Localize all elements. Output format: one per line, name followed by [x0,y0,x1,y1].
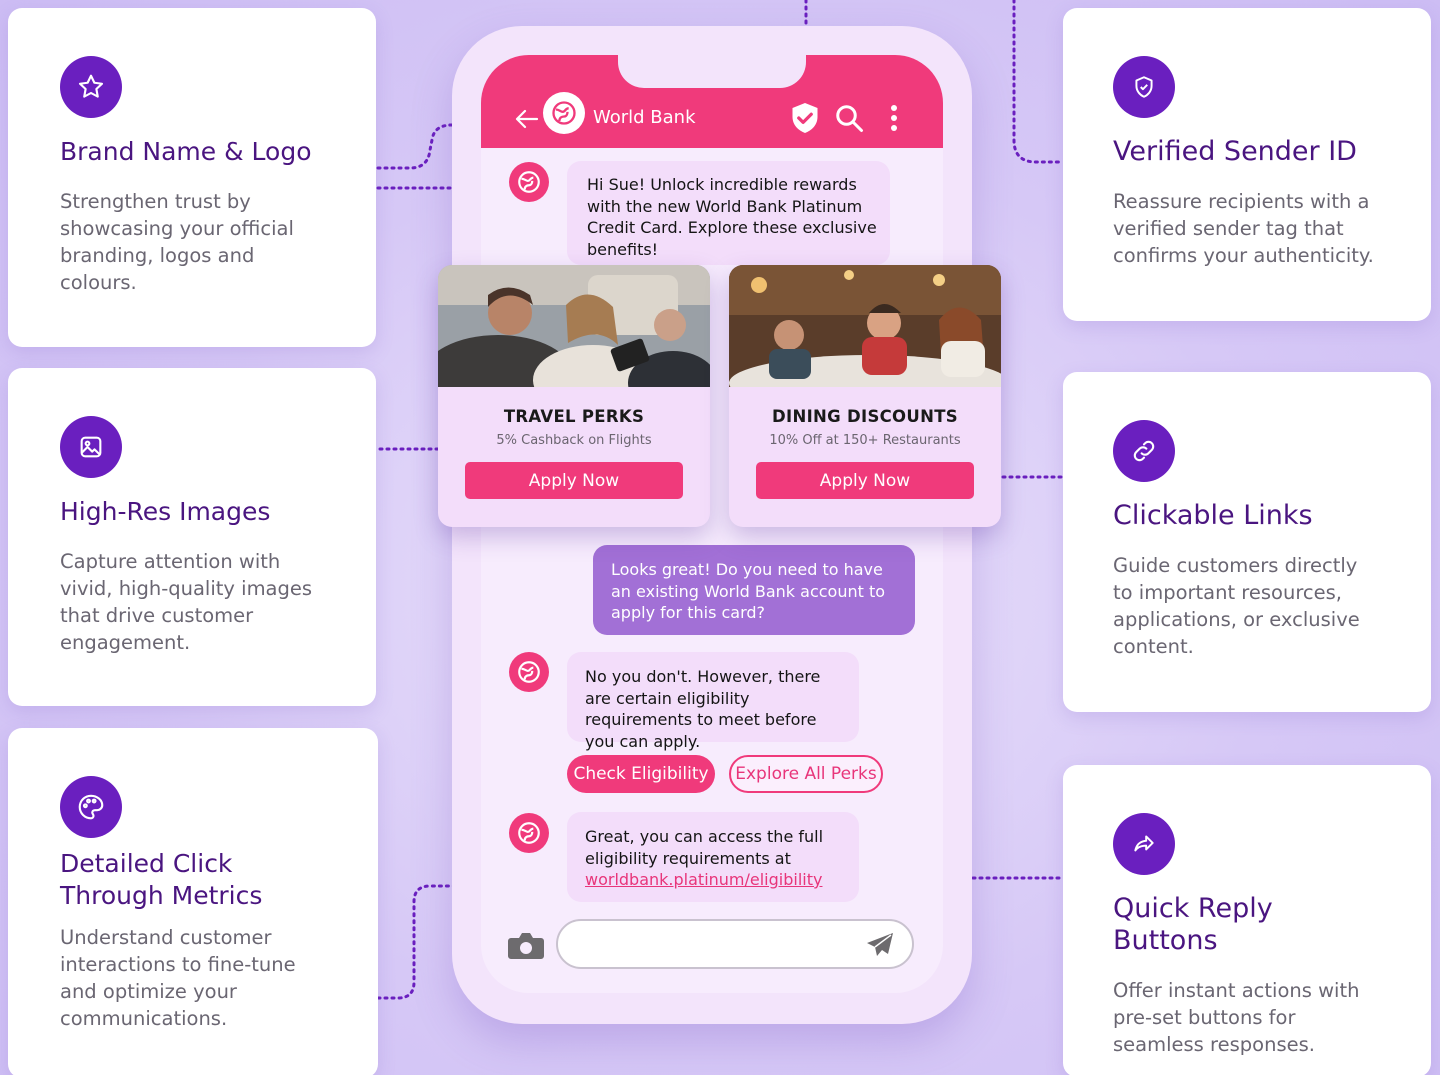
message-bubble-brand: No you don't. However, there are certain… [567,652,859,751]
dining-photo [729,265,1001,387]
eligibility-link[interactable]: worldbank.platinum/eligibility [585,870,822,889]
quick-reply-check-eligibility[interactable]: Check Eligibility [567,755,715,793]
feature-title: High-Res Images [60,497,271,526]
send-icon[interactable] [866,932,894,958]
travel-photo [438,265,710,387]
feature-card-verified: Verified Sender ID Reassure recipients w… [1063,8,1431,321]
feature-title: Detailed Click Through Metrics [60,849,263,910]
share-arrow-icon [1113,813,1175,875]
more-menu-icon[interactable] [888,104,900,132]
camera-icon[interactable] [507,931,545,961]
feature-title: Clickable Links [1113,500,1313,531]
apply-now-button[interactable]: Apply Now [756,462,974,499]
feature-title: Quick Reply Buttons [1113,893,1273,956]
feature-card-links: Clickable Links Guide customers directly… [1063,372,1431,712]
feature-description: Offer instant actions with pre-set butto… [1113,979,1360,1056]
feature-card-images: High-Res Images Capture attention with v… [8,368,376,706]
message-bubble-brand: Great, you can access the full eligibili… [567,812,859,902]
chat-header: World Bank [481,55,943,148]
feature-description: Capture attention with vivid, high-quali… [60,550,313,654]
message-input[interactable] [556,919,914,969]
quick-reply-explore-perks[interactable]: Explore All Perks [729,755,883,793]
shield-check-icon [1113,56,1175,118]
phone-notch [618,55,806,88]
feature-card-metrics: Detailed Click Through Metrics Understan… [8,728,378,1075]
link-icon [1113,420,1175,482]
feature-description: Understand customer interactions to fine… [60,926,296,1030]
feature-description: Strengthen trust by showcasing your offi… [60,190,294,294]
sender-avatar [509,652,549,692]
feature-title: Verified Sender ID [1113,136,1357,167]
brand-logo [543,92,585,134]
promo-title: TRAVEL PERKS [503,407,645,426]
verified-shield-icon [792,103,818,133]
message-bubble-user: Looks great! Do you need to have an exis… [593,545,915,635]
star-icon [60,56,122,118]
feature-description: Reassure recipients with a verified send… [1113,190,1374,267]
promo-subtitle: 5% Cashback on Flights [496,433,652,448]
feature-card-replies: Quick Reply Buttons Offer instant action… [1063,765,1431,1075]
back-arrow-icon[interactable] [515,108,539,130]
promo-card-travel[interactable]: TRAVEL PERKS 5% Cashback on Flights Appl… [438,265,710,527]
promo-card-dining[interactable]: DINING DISCOUNTS 10% Off at 150+ Restaur… [729,265,1001,527]
sender-avatar [509,813,549,853]
message-text: Great, you can access the full eligibili… [585,827,824,868]
apply-now-button[interactable]: Apply Now [465,462,683,499]
promo-title: DINING DISCOUNTS [772,407,958,426]
message-bubble-brand: Hi Sue! Unlock incredible rewards with t… [567,161,890,265]
feature-description: Guide customers directly to important re… [1113,554,1360,658]
feature-card-brand: Brand Name & Logo Strengthen trust by sh… [8,8,376,347]
search-icon[interactable] [834,103,864,133]
sender-avatar [509,162,549,202]
feature-title: Brand Name & Logo [60,137,312,166]
promo-subtitle: 10% Off at 150+ Restaurants [769,433,961,448]
brand-name: World Bank [593,107,696,128]
image-icon [60,416,122,478]
palette-icon [60,776,122,838]
